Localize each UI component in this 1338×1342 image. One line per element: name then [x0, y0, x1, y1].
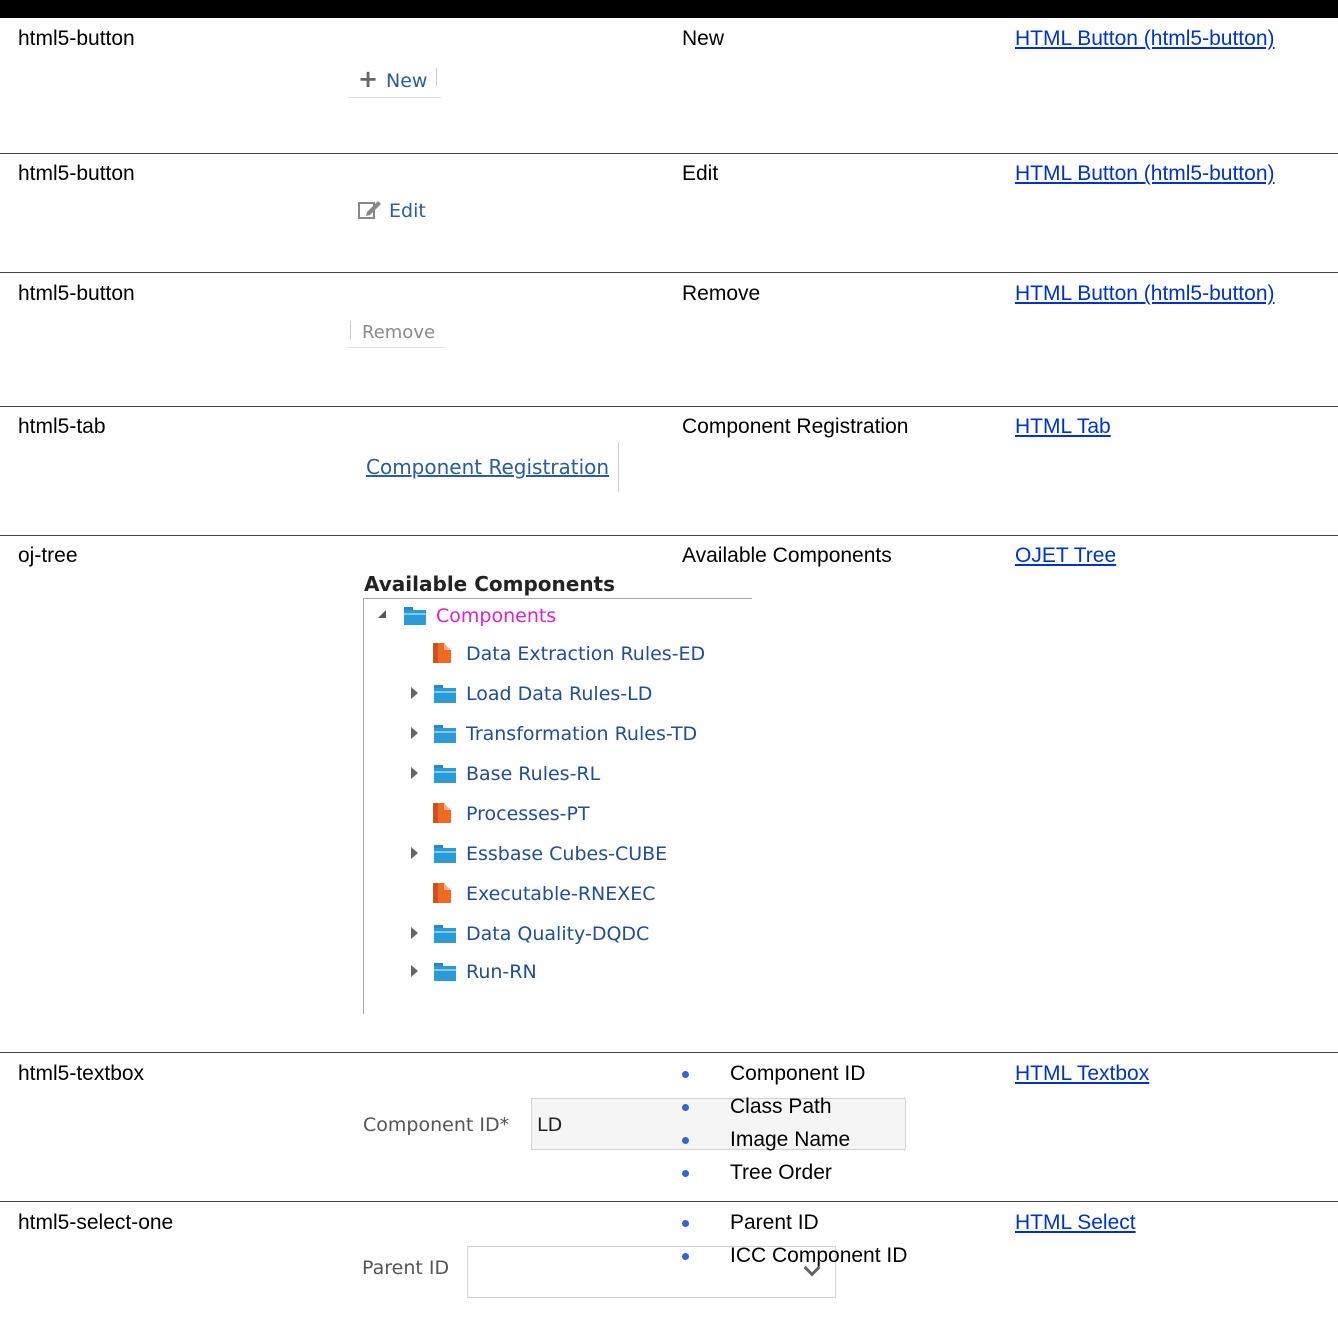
tree-node-label: Processes-PT	[466, 803, 590, 825]
control-type: html5-textbox	[18, 1062, 145, 1085]
tree-node-label: Load Data Rules-LD	[466, 683, 653, 705]
file-icon	[433, 883, 451, 903]
expand-arrow-icon[interactable]	[411, 727, 418, 739]
expand-arrow-icon[interactable]	[411, 927, 418, 939]
edit-button-label: Edit	[389, 200, 426, 222]
new-button-label: New	[386, 70, 428, 92]
list-item-text: Component ID	[730, 1062, 866, 1085]
expand-arrow-icon[interactable]	[411, 847, 418, 859]
list-item-text: Parent ID	[730, 1211, 819, 1234]
edit-icon	[358, 201, 381, 219]
folder-icon	[434, 845, 456, 863]
tree-node-label: Executable-RNEXEC	[466, 883, 656, 905]
tree-node-label: Essbase Cubes-CUBE	[466, 843, 668, 865]
tab-divider	[618, 442, 619, 492]
control-label: Component Registration	[682, 415, 909, 438]
control-label: Edit	[682, 162, 719, 185]
control-doc-link[interactable]: HTML Textbox	[1015, 1062, 1149, 1086]
remove-button-label: Remove	[362, 322, 436, 343]
collapse-arrow-icon[interactable]	[378, 610, 386, 618]
control-doc-link[interactable]: HTML Tab	[1015, 415, 1111, 439]
control-type: html5-button	[18, 162, 135, 185]
folder-icon	[404, 607, 426, 625]
control-label: Available Components	[682, 544, 892, 567]
control-label: New	[682, 27, 725, 50]
list-item-text: Image Name	[730, 1128, 851, 1151]
folder-icon	[434, 963, 456, 981]
tab-component-registration[interactable]: Component Registration	[366, 455, 609, 479]
control-type: html5-button	[18, 27, 135, 50]
bullet	[682, 1220, 689, 1227]
divider	[436, 68, 437, 86]
folder-icon	[434, 685, 456, 703]
new-button[interactable]: + New	[348, 64, 442, 98]
control-type: html5-button	[18, 282, 135, 305]
table-row	[0, 407, 1338, 536]
expand-arrow-icon[interactable]	[411, 687, 418, 699]
list-item-text: ICC Component ID	[730, 1244, 908, 1267]
file-icon	[433, 803, 451, 823]
control-doc-link[interactable]: HTML Button (html5-button)	[1015, 162, 1275, 186]
remove-button[interactable]: Remove	[348, 318, 444, 348]
bullet	[682, 1137, 689, 1144]
control-type: html5-select-one	[18, 1211, 174, 1234]
bullet	[682, 1253, 689, 1260]
list-item-text: Tree Order	[730, 1161, 832, 1184]
folder-icon	[434, 725, 456, 743]
folder-icon	[434, 925, 456, 943]
component-id-value: LD	[537, 1114, 563, 1136]
parent-id-label: Parent ID	[362, 1257, 450, 1279]
list-item-text: Class Path	[730, 1095, 832, 1118]
control-label: Remove	[682, 282, 761, 305]
tree-node-label: Base Rules-RL	[466, 763, 601, 785]
edit-button[interactable]: Edit	[356, 196, 436, 226]
expand-arrow-icon[interactable]	[411, 767, 418, 779]
tree-node-label: Components	[436, 605, 557, 627]
component-id-label: Component ID*	[363, 1114, 510, 1136]
bullet	[682, 1071, 689, 1078]
file-icon	[433, 643, 451, 663]
tree-node-label: Data Quality-DQDC	[466, 923, 650, 945]
tree-node-label: Run-RN	[466, 961, 537, 983]
plus-icon: +	[358, 65, 379, 93]
bullet	[682, 1170, 689, 1177]
tree-title: Available Components	[364, 572, 616, 596]
control-type: html5-tab	[18, 415, 106, 438]
control-type: oj-tree	[18, 544, 78, 567]
expand-arrow-icon[interactable]	[411, 965, 418, 977]
control-doc-link[interactable]: OJET Tree	[1015, 544, 1116, 568]
bullet	[682, 1104, 689, 1111]
tree-node-label: Transformation Rules-TD	[466, 723, 698, 745]
divider	[350, 321, 351, 339]
control-doc-link[interactable]: HTML Button (html5-button)	[1015, 27, 1275, 51]
folder-icon	[434, 765, 456, 783]
tree-node-label: Data Extraction Rules-ED	[466, 643, 706, 665]
control-doc-link[interactable]: HTML Select	[1015, 1211, 1136, 1235]
control-doc-link[interactable]: HTML Button (html5-button)	[1015, 282, 1275, 306]
top-border	[0, 0, 1338, 18]
